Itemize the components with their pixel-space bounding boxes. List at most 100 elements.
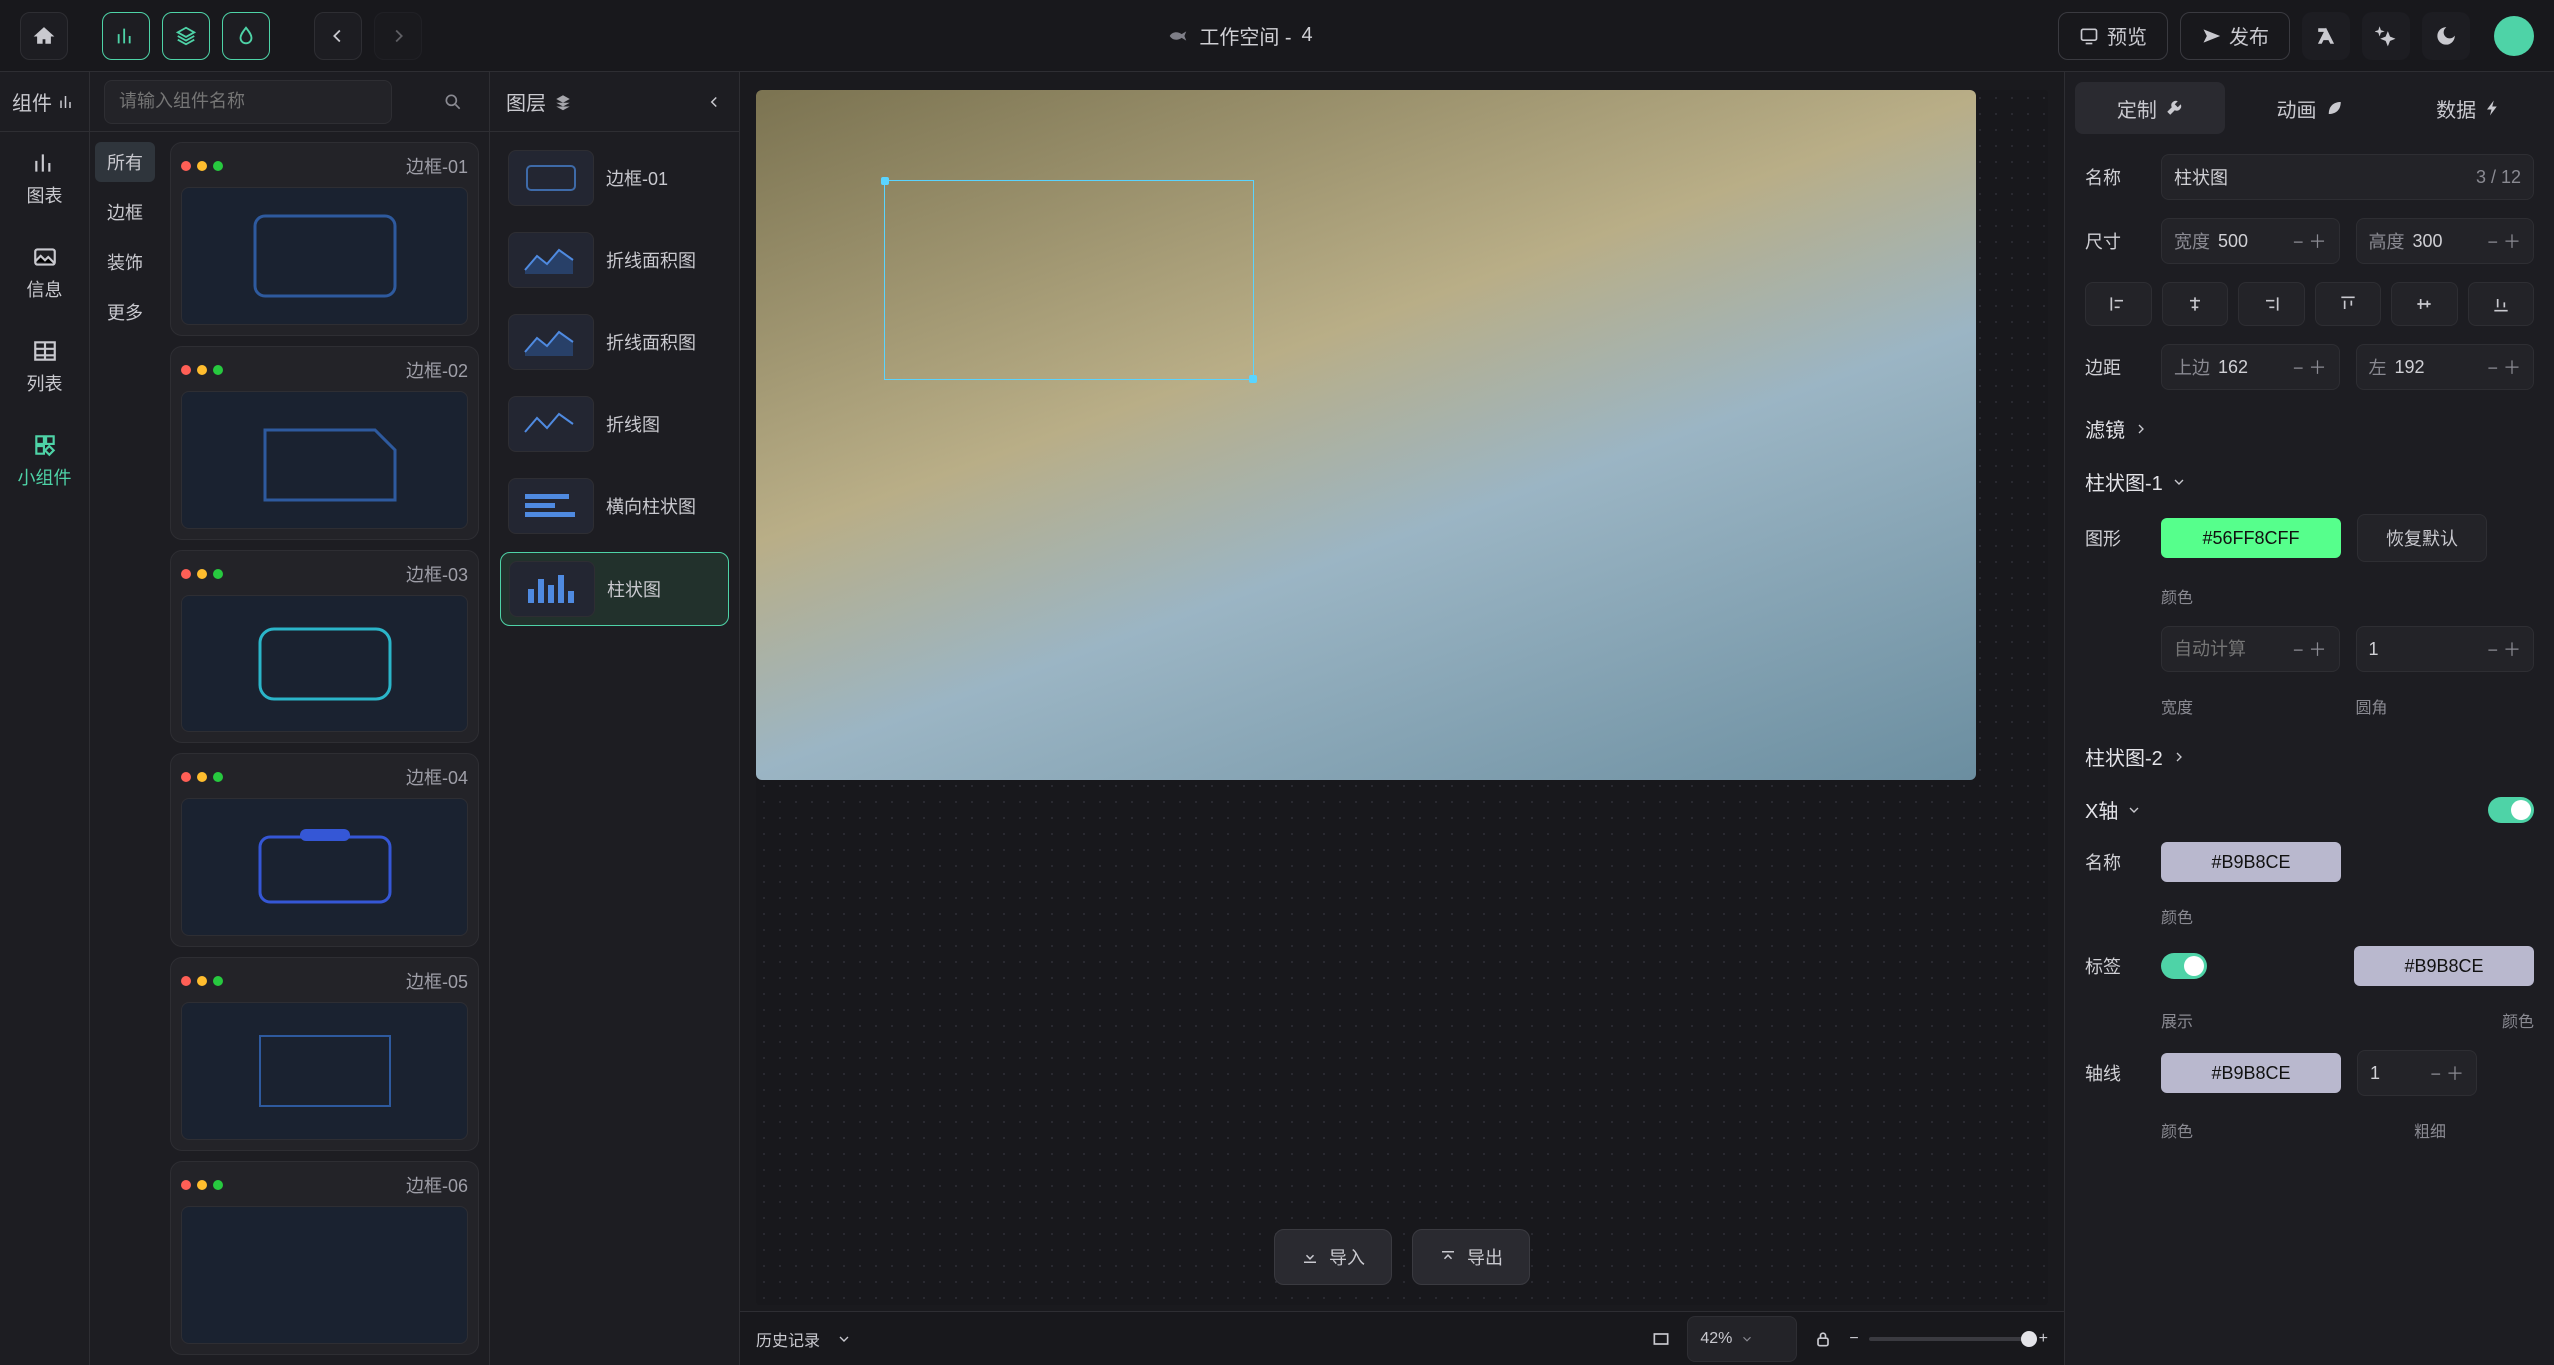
rail-item-chart[interactable]: 图表 bbox=[0, 132, 89, 226]
stepper[interactable]: − ＋ bbox=[2487, 354, 2521, 380]
preview-button[interactable]: 预览 bbox=[2058, 12, 2168, 60]
canvas-image bbox=[756, 90, 1976, 780]
gallery-card[interactable]: 边框-01 bbox=[170, 142, 479, 336]
history-label[interactable]: 历史记录 bbox=[756, 1327, 820, 1351]
tool-theme-button[interactable] bbox=[222, 12, 270, 60]
axis-line-color[interactable]: #B9B8CE bbox=[2161, 1053, 2341, 1093]
align-bottom[interactable] bbox=[2468, 282, 2535, 326]
darkmode-button[interactable] bbox=[2422, 12, 2470, 60]
axis-line-weight-field[interactable]: − ＋ bbox=[2357, 1050, 2477, 1096]
border-preview-icon bbox=[245, 410, 405, 510]
fit-icon[interactable] bbox=[1651, 1329, 1671, 1349]
translate-button[interactable] bbox=[2302, 12, 2350, 60]
rail-item-table[interactable]: 列表 bbox=[0, 320, 89, 414]
chevron-right-icon bbox=[2171, 749, 2187, 765]
align-top[interactable] bbox=[2315, 282, 2382, 326]
align-hcenter[interactable] bbox=[2162, 282, 2229, 326]
auto-width-field[interactable]: − ＋ bbox=[2161, 626, 2340, 672]
align-left[interactable] bbox=[2085, 282, 2152, 326]
tab-custom[interactable]: 定制 bbox=[2075, 82, 2225, 134]
xaxis-switch[interactable] bbox=[2488, 797, 2534, 823]
export-button[interactable]: 导出 bbox=[1412, 1229, 1530, 1285]
radius-input[interactable] bbox=[2369, 639, 2480, 660]
gallery-card[interactable]: 边框-02 bbox=[170, 346, 479, 540]
section-series2[interactable]: 柱状图-2 bbox=[2085, 742, 2534, 771]
sub-color: 颜色 bbox=[2161, 584, 2193, 608]
canvas-bottom-bar: 历史记录 42% −+ bbox=[740, 1311, 2064, 1365]
name-input[interactable] bbox=[2174, 167, 2468, 188]
filter-deco[interactable]: 装饰 bbox=[95, 242, 155, 282]
filter-all[interactable]: 所有 bbox=[95, 142, 155, 182]
chevron-left-icon[interactable] bbox=[705, 93, 723, 111]
inspector-tabs: 定制 动画 数据 bbox=[2065, 72, 2554, 144]
home-button[interactable] bbox=[20, 12, 68, 60]
height-input[interactable] bbox=[2413, 231, 2480, 252]
axis-tick-color[interactable]: #B9B8CE bbox=[2354, 946, 2534, 986]
margin-left-field[interactable]: 左− ＋ bbox=[2356, 344, 2535, 390]
layer-item[interactable]: 横向柱状图 bbox=[500, 470, 729, 542]
align-hcenter-icon bbox=[2185, 294, 2205, 314]
shape-color-swatch[interactable]: #56FF8CFF bbox=[2161, 518, 2341, 558]
name-field[interactable]: 3 / 12 bbox=[2161, 154, 2534, 200]
export-label: 导出 bbox=[1467, 1244, 1503, 1270]
layer-item[interactable]: 边框-01 bbox=[500, 142, 729, 214]
chevron-down-icon[interactable] bbox=[836, 1331, 852, 1347]
stepper[interactable]: − ＋ bbox=[2293, 354, 2327, 380]
axis-line-weight-input[interactable] bbox=[2370, 1063, 2422, 1084]
tab-data[interactable]: 数据 bbox=[2394, 82, 2544, 134]
zoom-slider[interactable]: −+ bbox=[1849, 1330, 2048, 1348]
axis-tick-switch[interactable] bbox=[2161, 953, 2207, 979]
selection-box[interactable] bbox=[884, 180, 1254, 380]
tab-anim[interactable]: 动画 bbox=[2235, 82, 2385, 134]
radius-field[interactable]: − ＋ bbox=[2356, 626, 2535, 672]
reset-default-button[interactable]: 恢复默认 bbox=[2357, 514, 2487, 562]
width-field[interactable]: 宽度− ＋ bbox=[2161, 218, 2340, 264]
auto-width-input[interactable] bbox=[2174, 639, 2285, 660]
canvas-center: 导入 导出 历史记录 42% −+ bbox=[740, 72, 2064, 1365]
gallery-card[interactable]: 边框-03 bbox=[170, 550, 479, 744]
search-input[interactable] bbox=[104, 80, 392, 124]
import-label: 导入 bbox=[1329, 1244, 1365, 1270]
gallery-card[interactable]: 边框-06 bbox=[170, 1161, 479, 1355]
layer-item[interactable]: 折线面积图 bbox=[500, 224, 729, 296]
filter-more[interactable]: 更多 bbox=[95, 292, 155, 332]
gallery-card[interactable]: 边框-05 bbox=[170, 957, 479, 1151]
filter-border[interactable]: 边框 bbox=[95, 192, 155, 232]
section-series1[interactable]: 柱状图-1 bbox=[2085, 467, 2534, 496]
gallery-card[interactable]: 边框-04 bbox=[170, 753, 479, 947]
avatar[interactable] bbox=[2494, 16, 2534, 56]
tool-layers-button[interactable] bbox=[162, 12, 210, 60]
canvas-area[interactable]: 导入 导出 bbox=[740, 72, 2064, 1365]
redo-button[interactable] bbox=[374, 12, 422, 60]
publish-button[interactable]: 发布 bbox=[2180, 12, 2290, 60]
import-button[interactable]: 导入 bbox=[1274, 1229, 1392, 1285]
width-input[interactable] bbox=[2218, 231, 2285, 252]
section-filter[interactable]: 滤镜 bbox=[2085, 414, 2534, 443]
stepper[interactable]: − ＋ bbox=[2487, 636, 2521, 662]
layer-item[interactable]: 折线图 bbox=[500, 388, 729, 460]
axis-name-color[interactable]: #B9B8CE bbox=[2161, 842, 2341, 882]
stepper[interactable]: − ＋ bbox=[2293, 228, 2327, 254]
chevron-down-icon[interactable] bbox=[1740, 1332, 1754, 1346]
layer-item[interactable]: 柱状图 bbox=[500, 552, 729, 626]
stepper[interactable]: − ＋ bbox=[2293, 636, 2327, 662]
margin-top-input[interactable] bbox=[2218, 357, 2285, 378]
title-zone: 工作空间 - 4 bbox=[434, 21, 2046, 50]
lock-icon[interactable] bbox=[1813, 1329, 1833, 1349]
stepper[interactable]: − ＋ bbox=[2430, 1060, 2464, 1086]
tool-chart-button[interactable] bbox=[102, 12, 150, 60]
align-right[interactable] bbox=[2238, 282, 2305, 326]
rail-item-widget[interactable]: 小组件 bbox=[0, 414, 89, 508]
rail-item-info[interactable]: 信息 bbox=[0, 226, 89, 320]
chevron-down-icon bbox=[2126, 802, 2142, 818]
margin-top-field[interactable]: 上边− ＋ bbox=[2161, 344, 2340, 390]
align-vcenter[interactable] bbox=[2391, 282, 2458, 326]
height-field[interactable]: 高度− ＋ bbox=[2356, 218, 2535, 264]
stepper[interactable]: − ＋ bbox=[2487, 228, 2521, 254]
layer-item[interactable]: 折线面积图 bbox=[500, 306, 729, 378]
section-xaxis[interactable]: X轴 bbox=[2085, 795, 2534, 824]
undo-button[interactable] bbox=[314, 12, 362, 60]
magic-button[interactable] bbox=[2362, 12, 2410, 60]
margin-left-input[interactable] bbox=[2395, 357, 2480, 378]
line-icon bbox=[521, 406, 581, 442]
